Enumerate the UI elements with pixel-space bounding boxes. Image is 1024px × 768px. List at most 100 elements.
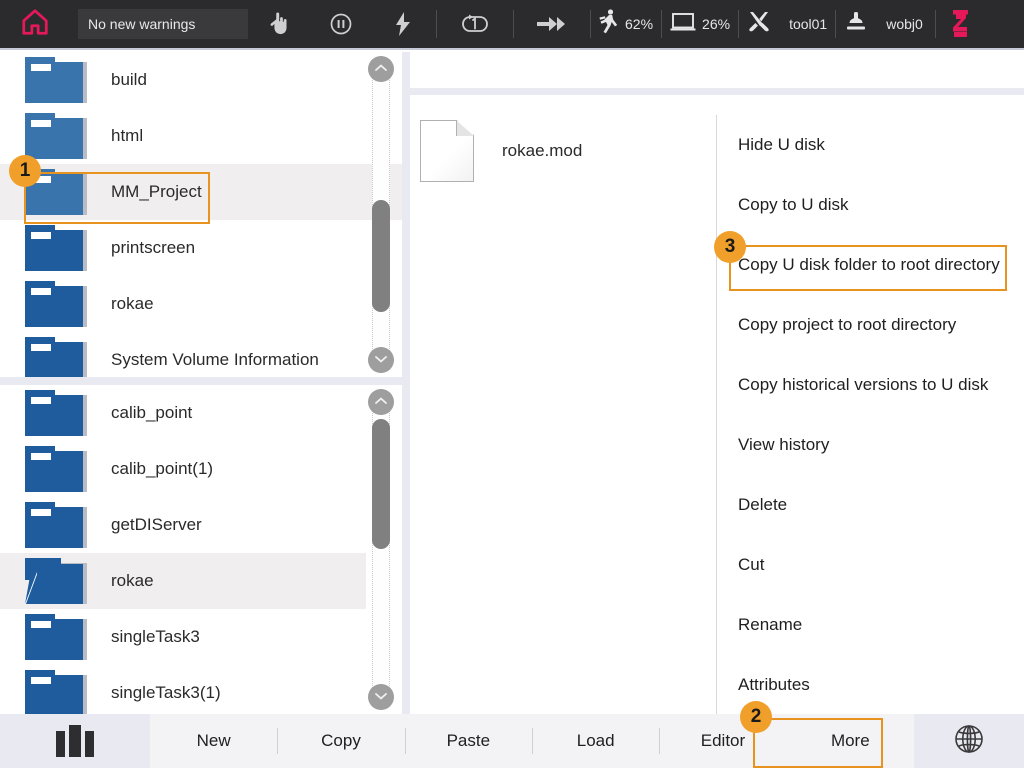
folder-icon — [25, 113, 87, 159]
menu-item-hide-u-disk[interactable]: Hide U disk — [717, 115, 1024, 175]
bottom-bar-label: Editor — [701, 731, 745, 751]
hand-pointer-icon[interactable] — [248, 0, 310, 49]
folder-label: rokae — [111, 294, 154, 314]
scrollbar-thumb[interactable] — [372, 200, 390, 312]
tool-indicator[interactable]: tool01 — [741, 0, 833, 49]
bottom-bar-label: Paste — [447, 731, 490, 751]
menu-item-label: Copy historical versions to U disk — [738, 375, 988, 395]
scrollbar-thumb[interactable] — [372, 419, 390, 549]
scroll-down-button[interactable] — [368, 347, 394, 373]
monitor-icon — [670, 11, 696, 38]
body-area: build html MM_Project — [0, 52, 1024, 714]
home-button[interactable] — [0, 0, 70, 49]
menu-item-label: Copy U disk folder to root directory — [738, 255, 1000, 275]
folder-icon — [25, 57, 87, 103]
load-indicator[interactable]: 26% — [664, 0, 736, 49]
menu-item-label: Attributes — [738, 675, 810, 695]
chevron-up-icon — [374, 60, 388, 78]
workobject-icon — [844, 10, 868, 39]
lightning-bolt-icon[interactable] — [372, 0, 434, 49]
tool-value: tool01 — [789, 16, 827, 32]
menu-item-rename[interactable]: Rename — [717, 595, 1024, 655]
folder-row[interactable]: html — [0, 108, 366, 164]
folder-tree-column: build html MM_Project — [0, 52, 402, 714]
file-item-rokae-mod[interactable]: rokae.mod — [420, 120, 582, 182]
annotation-badge-2: 2 — [740, 701, 772, 733]
folder-label: System Volume Information — [111, 350, 319, 370]
folder-row[interactable]: System Volume Information — [0, 332, 366, 377]
folder-row[interactable]: calib_point(1) — [0, 441, 366, 497]
bottom-bar-label: Copy — [321, 731, 361, 751]
scroll-down-button[interactable] — [368, 684, 394, 710]
menu-item-label: Cut — [738, 555, 764, 575]
pause-circle-icon[interactable] — [310, 0, 372, 49]
folder-icon — [25, 502, 87, 548]
folder-row[interactable]: rokae — [0, 276, 366, 332]
annotation-badge-number: 3 — [725, 236, 736, 258]
bottom-bar-copy[interactable]: Copy — [277, 714, 404, 768]
toolbar-divider — [436, 10, 437, 38]
menu-item-label: Rename — [738, 615, 802, 635]
fast-forward-icon[interactable] — [516, 0, 588, 49]
loop-once-icon[interactable] — [439, 0, 511, 49]
chevron-down-icon — [374, 688, 388, 706]
folder-row[interactable]: singleTask3(1) — [0, 665, 366, 714]
folder-icon — [25, 670, 87, 714]
chevron-down-icon — [374, 351, 388, 369]
menu-bars-icon — [56, 725, 94, 757]
scrollbar-bottom-panel[interactable] — [366, 385, 396, 714]
toolbar-divider — [590, 10, 591, 38]
bottom-bar-new[interactable]: New — [150, 714, 277, 768]
bottom-bar-label: Load — [577, 731, 615, 751]
folder-icon — [25, 225, 87, 271]
folder-row-rokae[interactable]: rokae — [0, 553, 366, 609]
menu-item-delete[interactable]: Delete — [717, 475, 1024, 535]
workobject-indicator[interactable]: wobj0 — [838, 0, 929, 49]
folder-row[interactable]: build — [0, 52, 366, 108]
folder-label: MM_Project — [111, 182, 202, 202]
workobject-value: wobj0 — [886, 16, 923, 32]
scrollbar-top-panel[interactable] — [366, 52, 396, 377]
language-button[interactable] — [914, 714, 1024, 768]
menu-item-copy-to-u-disk[interactable]: Copy to U disk — [717, 175, 1024, 235]
bottom-bar-paste[interactable]: Paste — [405, 714, 532, 768]
folder-list-top-rows: build html MM_Project — [0, 52, 366, 377]
scroll-up-button[interactable] — [368, 56, 394, 82]
folder-icon — [25, 390, 87, 436]
folder-label: singleTask3(1) — [111, 683, 221, 703]
robot-arm-icon[interactable] — [938, 0, 984, 49]
bottom-toolbar-actions: New Copy Paste Load Editor More — [150, 714, 914, 768]
annotation-badge-number: 1 — [20, 160, 31, 182]
toolbar-divider — [935, 10, 936, 38]
menu-item-cut[interactable]: Cut — [717, 535, 1024, 595]
folder-row[interactable]: printscreen — [0, 220, 366, 276]
folder-label: singleTask3 — [111, 627, 200, 647]
folder-row[interactable]: singleTask3 — [0, 609, 366, 665]
toolbar-divider — [835, 10, 836, 38]
menu-item-copy-u-disk-folder-to-root-directory[interactable]: Copy U disk folder to root directory — [717, 235, 1024, 295]
document-icon — [420, 120, 474, 182]
speed-indicator[interactable]: 62% — [593, 0, 659, 49]
menu-button[interactable] — [0, 714, 150, 768]
folder-label: rokae — [111, 571, 154, 591]
bottom-bar-label: New — [197, 731, 231, 751]
folder-list-bottom: calib_point calib_point(1) getDIServer — [0, 385, 402, 714]
scroll-up-button[interactable] — [368, 389, 394, 415]
globe-icon — [952, 722, 986, 761]
annotation-badge-number: 2 — [751, 706, 762, 728]
home-icon — [20, 7, 50, 42]
speed-value: 62% — [625, 16, 653, 32]
folder-row-mm-project[interactable]: MM_Project — [0, 164, 402, 220]
menu-item-label: Copy to U disk — [738, 195, 849, 215]
menu-item-view-history[interactable]: View history — [717, 415, 1024, 475]
folder-label: html — [111, 126, 143, 146]
file-pane-header — [410, 52, 1024, 88]
folder-row[interactable]: calib_point — [0, 385, 366, 441]
folder-row[interactable]: getDIServer — [0, 497, 366, 553]
bottom-bar-load[interactable]: Load — [532, 714, 659, 768]
tools-icon — [747, 10, 771, 39]
menu-item-copy-project-to-root-directory[interactable]: Copy project to root directory — [717, 295, 1024, 355]
annotation-badge-1: 1 — [9, 155, 41, 187]
bottom-bar-more[interactable]: More — [787, 714, 914, 768]
menu-item-copy-historical-versions-to-u-disk[interactable]: Copy historical versions to U disk — [717, 355, 1024, 415]
